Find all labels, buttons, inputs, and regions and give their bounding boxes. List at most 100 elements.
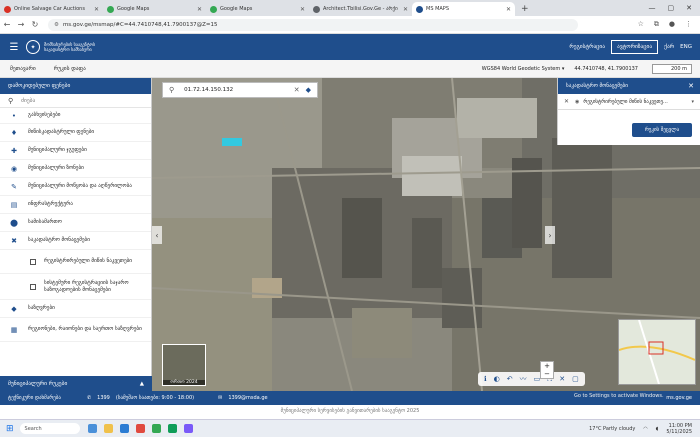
favicon-icon [4,5,11,13]
clear-search-icon[interactable]: ✕ [294,86,300,94]
map-search-box[interactable]: ⚲ 01.72.14.150.132 ✕ ◆ [162,82,318,98]
app-icon[interactable] [167,424,177,433]
change-map-button[interactable]: რუკის შეცვლა [632,123,692,137]
panel-header: საკადასტრო მონაცემები ✕ [558,78,700,94]
bookmark-icon[interactable]: ☆ [638,20,644,29]
clear-tool-icon[interactable]: ✕ [559,375,565,383]
layer-search[interactable]: ⚲ ძიება [0,94,151,108]
layer-item[interactable]: ♦ მიწისკადასტრული ფენები [0,124,151,142]
app-icon[interactable] [87,424,97,433]
lang-en-link[interactable]: ENG [680,44,692,50]
browser-tab-strip: Online Salvage Car Auctions ✕ Google Maps… [0,0,700,16]
basemap-switcher[interactable]: ორთო 2024 [162,344,206,386]
layer-item[interactable]: ⬤ სამისამართო [0,214,151,232]
maximize-icon[interactable]: ▢ [668,4,675,12]
toolbar-item-main[interactable]: მეთავარი [10,66,36,72]
forward-icon[interactable]: → [14,20,28,29]
clock[interactable]: 11:00 PM 5/11/2025 [666,423,692,435]
email-icon: ✉ [218,395,223,401]
favicon-icon [107,5,114,13]
windows-start-icon[interactable]: ⊞ [6,424,14,434]
logo[interactable]: ✦ მომსახურების სააგენტოს საკადასტრო სამს… [26,40,114,54]
map-search-value: 01.72.14.150.132 [184,87,234,93]
measure-line-icon[interactable]: 〰 [520,374,527,384]
close-panel-icon[interactable]: ✕ [688,82,694,90]
undo-icon[interactable]: ↶ [507,375,513,383]
layers-tool-icon[interactable]: ◐ [494,375,500,383]
layer-checkbox[interactable] [30,258,36,265]
sublayer-item[interactable]: რეგისტრირებული მიწის ნაკვეთები [0,250,151,274]
reload-icon[interactable]: ↻ [28,20,42,29]
layer-item[interactable]: ✖ საკადასტრო მონაცემები [0,232,151,250]
print-icon[interactable]: ▢ [572,375,579,383]
menu-icon[interactable]: ⋮ [685,20,692,29]
layer-item[interactable]: ✚ მუნიციპალური ჯგუფები [0,142,151,160]
close-icon[interactable]: ✕ [403,6,408,13]
app-icon[interactable] [135,424,145,433]
lang-ka-link[interactable]: ქარ [664,44,674,50]
locate-icon[interactable]: ◆ [306,86,311,94]
close-icon[interactable]: ✕ [506,6,511,13]
browser-tab-active[interactable]: MS MAPS ✕ [412,2,515,16]
site-link[interactable]: ms.gov.ge [666,395,692,401]
map-toolbar: მეთავარი რუკის დაფა WGS84 World Geodetic… [0,60,700,78]
app-icon[interactable] [183,424,193,433]
close-icon[interactable]: ✕ [197,6,202,13]
extensions-icon[interactable]: ⧉ [654,20,659,29]
sublayer-item[interactable]: სისტემური რეგისტრაციის საჯარო საზოგადოებ… [0,274,151,300]
url-field[interactable]: ⚙ ms.gov.ge/msmap/#C=44.7410748,41.79001… [48,18,578,31]
eye-icon[interactable]: ◉ [575,99,579,105]
windows-activation-watermark: Go to Settings to activate Windows. [574,393,664,399]
toolbar-item-mapboard[interactable]: რუკის დაფა [54,66,86,72]
site-info-icon[interactable]: ⚙ [54,22,59,28]
browser-tab[interactable]: Architect.Tbilisi.Gov.Ge - არქი ✕ [309,2,412,16]
login-button[interactable]: ავტორიზაცია [611,40,659,54]
crs-select[interactable]: WGS84 World Geodetic System ▾ [482,66,565,72]
new-tab-button[interactable]: + [515,2,535,16]
copyright: მუნიციპალური სერვისების განვითარების საა… [0,405,700,417]
layer-item[interactable]: ▦ რეგიონები, რაიონები და საერთო საზღვრები [0,318,151,342]
close-icon[interactable]: ✕ [300,6,305,13]
layer-item[interactable]: ◆ საზღვრები [0,300,151,318]
zoom-out-icon[interactable]: − [544,370,550,378]
browser-tab[interactable]: Online Salvage Car Auctions ✕ [0,2,103,16]
chevron-down-icon[interactable]: ▾ [691,99,694,105]
browser-tab[interactable]: Google Maps ✕ [206,2,309,16]
layer-item[interactable]: • გასხვისებები [0,108,151,124]
panel-layer-row[interactable]: ✕ ◉ რეგისტრირებული მიწის ნაკვეთე... ▾ [558,94,700,110]
weather-widget[interactable]: 17°C Partly cloudy [589,426,635,432]
pan-left-icon[interactable]: ‹ [152,226,162,244]
municipal-maps-toggle[interactable]: მუნიციპალური რუკები ▲ [0,376,152,391]
scale-field[interactable]: 200 m [652,63,692,74]
zoom-in-icon[interactable]: + [544,362,550,370]
pan-right-icon[interactable]: › [545,226,555,244]
browser-tab[interactable]: Google Maps ✕ [103,2,206,16]
app-icon[interactable] [119,424,129,433]
app-icon[interactable] [103,424,113,433]
hamburger-menu-icon[interactable]: ☰ [4,42,24,53]
layer-item[interactable]: ▤ ინფრასტრუქტურა [0,196,151,214]
map-tools-bar: ℹ ◐ ↶ 〰 ▭ ⛶ ✕ ▢ [478,372,585,386]
volume-icon[interactable]: ◖ [656,426,659,432]
register-link[interactable]: რეგისტრაცია [569,44,605,50]
overview-map[interactable] [618,319,696,385]
remove-icon[interactable]: ✕ [564,98,569,105]
back-icon[interactable]: ← [0,20,14,29]
layer-item[interactable]: ✎ მუნიციპალური მოწყობა და აღწერილობა [0,178,151,196]
info-tool-icon[interactable]: ℹ [484,375,487,383]
coordinates-readout: 44.7410748, 41.7900137 [574,65,638,72]
basemap-label: ორთო 2024 [163,380,205,385]
wifi-icon[interactable]: ◠ [643,426,647,432]
minimize-icon[interactable]: — [649,4,656,12]
email-link[interactable]: 1399@msda.ge [228,395,267,401]
layer-item[interactable]: ◉ მუნიციპალური ზონები [0,160,151,178]
chrome-icon[interactable] [151,424,161,433]
layer-checkbox[interactable] [30,283,36,290]
profile-icon[interactable]: ● [669,20,675,29]
emblem-icon: ✦ [26,40,40,54]
close-icon[interactable]: ✕ [94,6,99,13]
layer-icon: ✎ [11,182,17,191]
phone-number[interactable]: 1399 [97,395,110,401]
close-window-icon[interactable]: ✕ [686,4,692,12]
taskbar-search[interactable]: Search [19,423,80,434]
